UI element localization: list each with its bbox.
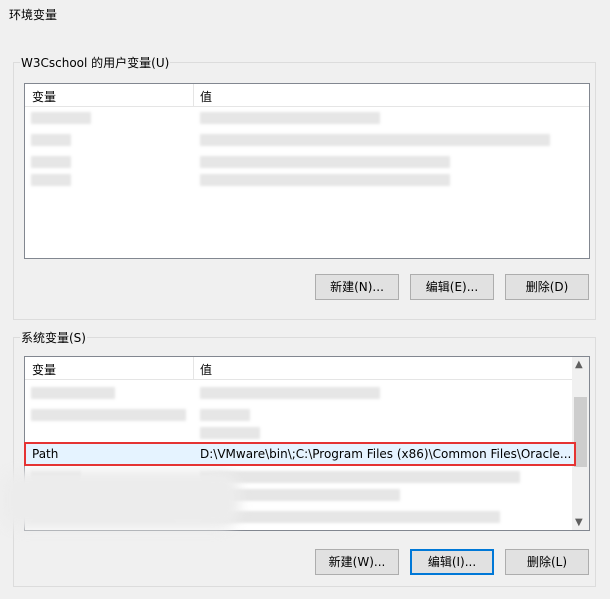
column-separator[interactable] bbox=[193, 84, 194, 106]
user-vars-list[interactable]: 变量 值 bbox=[24, 83, 590, 259]
system-var-path-row[interactable]: Path D:\VMware\bin\;C:\Program Files (x8… bbox=[25, 443, 573, 465]
system-vars-col-value[interactable]: 值 bbox=[200, 361, 212, 378]
list-item[interactable] bbox=[25, 154, 585, 172]
system-edit-button[interactable]: 编辑(I)... bbox=[410, 549, 494, 575]
system-vars-legend: 系统变量(S) bbox=[20, 329, 87, 346]
user-new-button[interactable]: 新建(N)... bbox=[315, 274, 399, 300]
user-edit-button[interactable]: 编辑(E)... bbox=[410, 274, 494, 300]
system-vars-header: 变量 值 bbox=[25, 357, 589, 380]
user-delete-button[interactable]: 删除(D) bbox=[505, 274, 589, 300]
scroll-thumb[interactable] bbox=[574, 397, 587, 467]
list-item[interactable] bbox=[25, 110, 585, 128]
scroll-up-icon[interactable]: ▲ bbox=[575, 359, 583, 370]
scroll-down-icon[interactable]: ▼ bbox=[575, 517, 583, 528]
user-vars-col-value[interactable]: 值 bbox=[200, 88, 212, 105]
list-item[interactable] bbox=[25, 425, 573, 443]
path-variable-value: D:\VMware\bin\;C:\Program Files (x86)\Co… bbox=[200, 447, 572, 461]
window-title: 环境变量 bbox=[9, 8, 58, 22]
column-separator[interactable] bbox=[193, 357, 194, 379]
user-vars-header: 变量 值 bbox=[25, 84, 589, 107]
system-vars-col-variable[interactable]: 变量 bbox=[32, 361, 56, 378]
list-item[interactable] bbox=[25, 407, 573, 425]
system-new-button[interactable]: 新建(W)... bbox=[315, 549, 399, 575]
system-delete-button[interactable]: 删除(L) bbox=[505, 549, 589, 575]
list-item[interactable] bbox=[25, 172, 585, 190]
list-item[interactable] bbox=[25, 132, 585, 150]
path-variable-name: Path bbox=[32, 447, 59, 461]
blur-overlay bbox=[0, 470, 240, 530]
system-vars-scrollbar[interactable]: ▲ ▼ bbox=[572, 357, 589, 530]
list-item[interactable] bbox=[25, 385, 573, 403]
user-vars-col-variable[interactable]: 变量 bbox=[32, 88, 56, 105]
user-vars-legend: W3Cschool 的用户变量(U) bbox=[20, 54, 171, 71]
